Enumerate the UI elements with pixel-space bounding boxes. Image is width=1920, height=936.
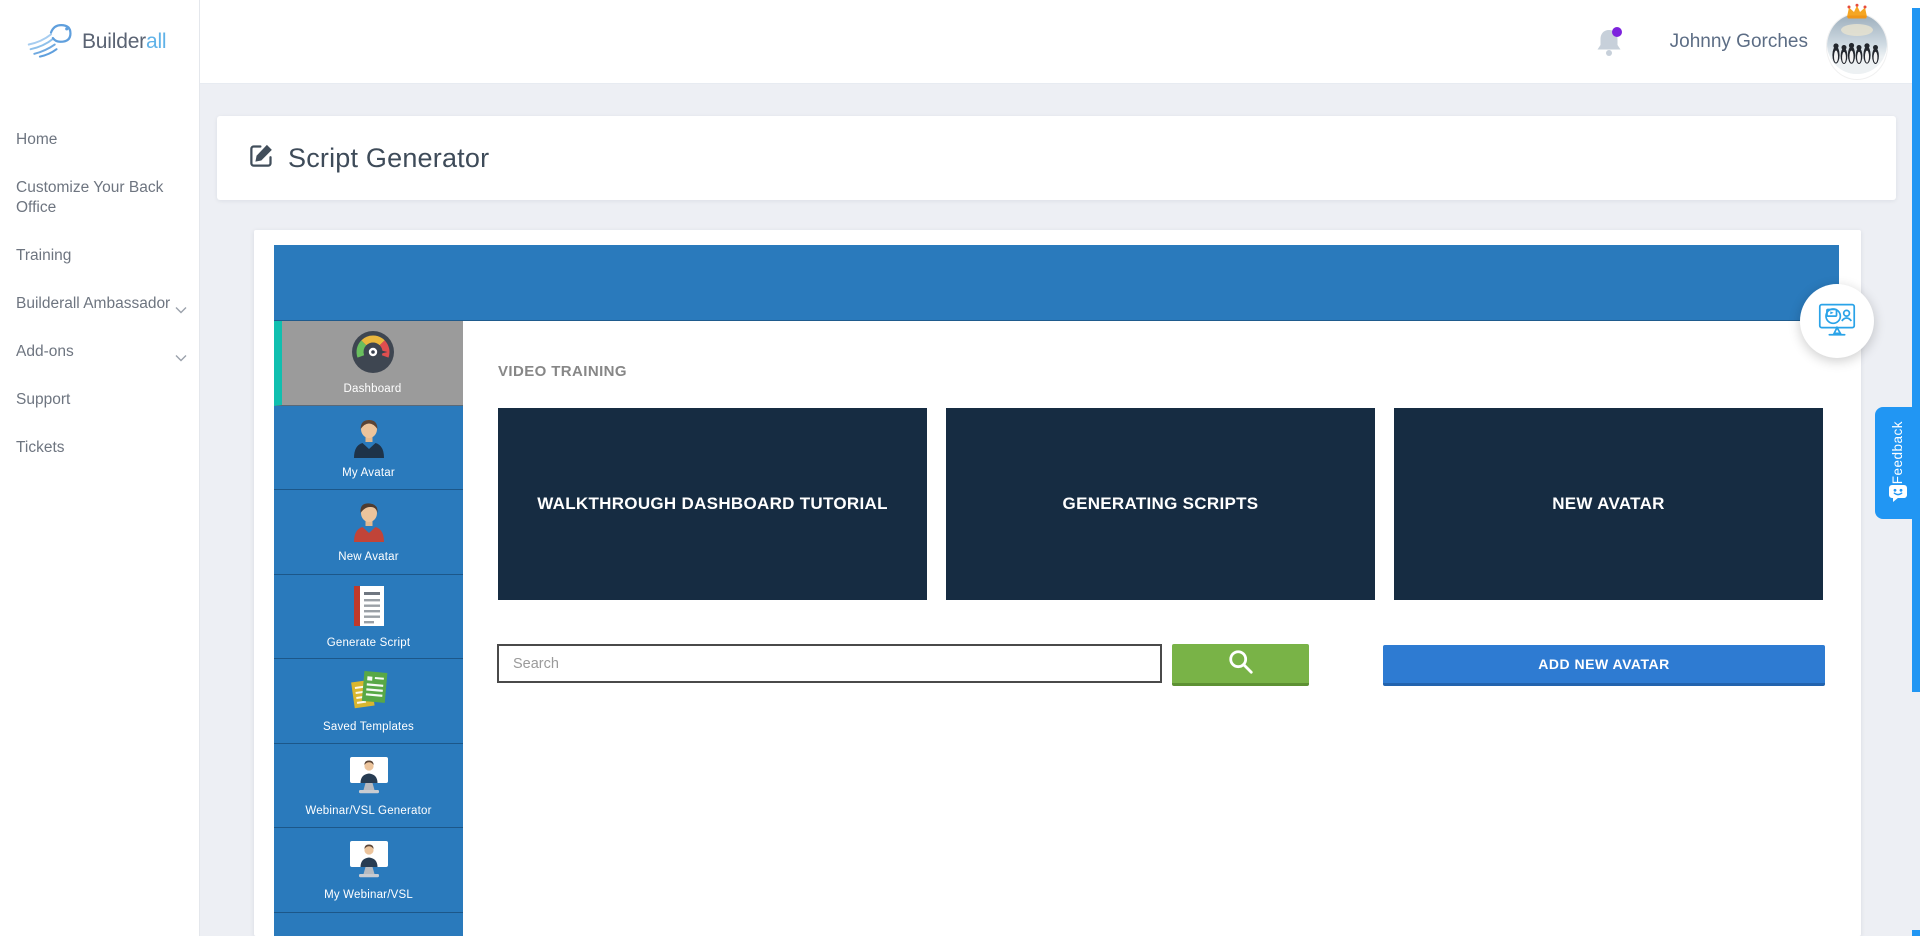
builderall-swoosh-icon <box>26 20 76 63</box>
chevron-down-icon <box>175 348 187 368</box>
video-card-walkthrough-dashboard-tutorial[interactable]: WALKTHROUGH DASHBOARD TUTORIAL <box>498 408 927 600</box>
app-nav-dashboard[interactable]: Dashboard <box>274 321 463 406</box>
left-sidebar: Builderall Home Customize Your Back Offi… <box>0 0 200 936</box>
app-nav-my-avatar[interactable]: My Avatar <box>274 406 463 491</box>
page-title-card: Script Generator <box>217 116 1896 200</box>
page-title: Script Generator <box>288 143 489 174</box>
feedback-smiley-bubble-icon <box>1888 484 1908 508</box>
content-area: VIDEO TRAINING WALKTHROUGH DASHBOARD TUT… <box>463 321 1839 936</box>
sidebar-item-builderall-ambassador[interactable]: Builderall Ambassador <box>0 294 199 314</box>
app-nav-saved-templates[interactable]: Saved Templates <box>274 659 463 744</box>
search-input[interactable] <box>497 644 1162 683</box>
search-icon <box>1227 648 1255 679</box>
user-name[interactable]: Johnny Gorches <box>1670 0 1808 84</box>
avatar-male-navy-icon <box>346 416 392 463</box>
monitor-avatar-icon <box>346 754 392 801</box>
scrollbar-bottom-segment <box>1912 930 1920 936</box>
video-card-new-avatar[interactable]: NEW AVATAR <box>1394 408 1823 600</box>
builderall-logo[interactable]: Builderall <box>0 0 199 63</box>
panel-header-bar <box>274 245 1839 321</box>
add-new-avatar-button[interactable]: ADD NEW AVATAR <box>1383 645 1825 686</box>
app-nav-item-partial[interactable] <box>274 913 463 936</box>
chevron-down-icon <box>175 300 187 320</box>
scrollbar-thumb[interactable] <box>1912 8 1920 692</box>
app-nav-generate-script[interactable]: Generate Script <box>274 575 463 660</box>
video-card-generating-scripts[interactable]: GENERATING SCRIPTS <box>946 408 1375 600</box>
sidebar-item-tickets[interactable]: Tickets <box>0 438 199 458</box>
feedback-tab[interactable]: Feedback <box>1875 407 1920 519</box>
app-nav-my-webinar-vsl[interactable]: My Webinar/VSL <box>274 828 463 913</box>
sidebar-item-home[interactable]: Home <box>0 130 199 150</box>
edit-pencil-square-icon <box>248 142 275 174</box>
main-menu: Home Customize Your Back Office Training… <box>0 130 199 486</box>
sidebar-item-customize-back-office[interactable]: Customize Your Back Office <box>0 178 199 218</box>
stacked-templates-icon <box>347 668 391 717</box>
script-document-icon <box>350 584 388 633</box>
monitor-avatar-icon <box>346 838 392 885</box>
app-nav-new-avatar[interactable]: New Avatar <box>274 490 463 575</box>
script-generator-panel: Dashboard My Avatar <box>254 230 1861 936</box>
sidebar-item-add-ons[interactable]: Add-ons <box>0 342 199 362</box>
sidebar-item-training[interactable]: Training <box>0 246 199 266</box>
webinar-demo-fab-button[interactable] <box>1800 284 1874 358</box>
notification-dot <box>1612 27 1622 37</box>
app-nav-webinar-vsl-generator[interactable]: Webinar/VSL Generator <box>274 744 463 829</box>
crown-icon <box>1844 3 1870 24</box>
webinar-demo-icon <box>1815 298 1859 345</box>
top-header: Johnny Gorches <box>200 0 1920 84</box>
notifications-bell-icon[interactable] <box>1595 24 1625 58</box>
sidebar-item-support[interactable]: Support <box>0 390 199 410</box>
speedometer-icon <box>351 330 395 379</box>
user-avatar[interactable] <box>1827 14 1887 74</box>
app-sidebar: Dashboard My Avatar <box>274 321 463 936</box>
video-training-heading: VIDEO TRAINING <box>498 363 627 380</box>
search-button[interactable] <box>1172 644 1309 686</box>
brand-name: Builderall <box>82 30 166 54</box>
avatar-male-red-icon <box>346 500 392 547</box>
